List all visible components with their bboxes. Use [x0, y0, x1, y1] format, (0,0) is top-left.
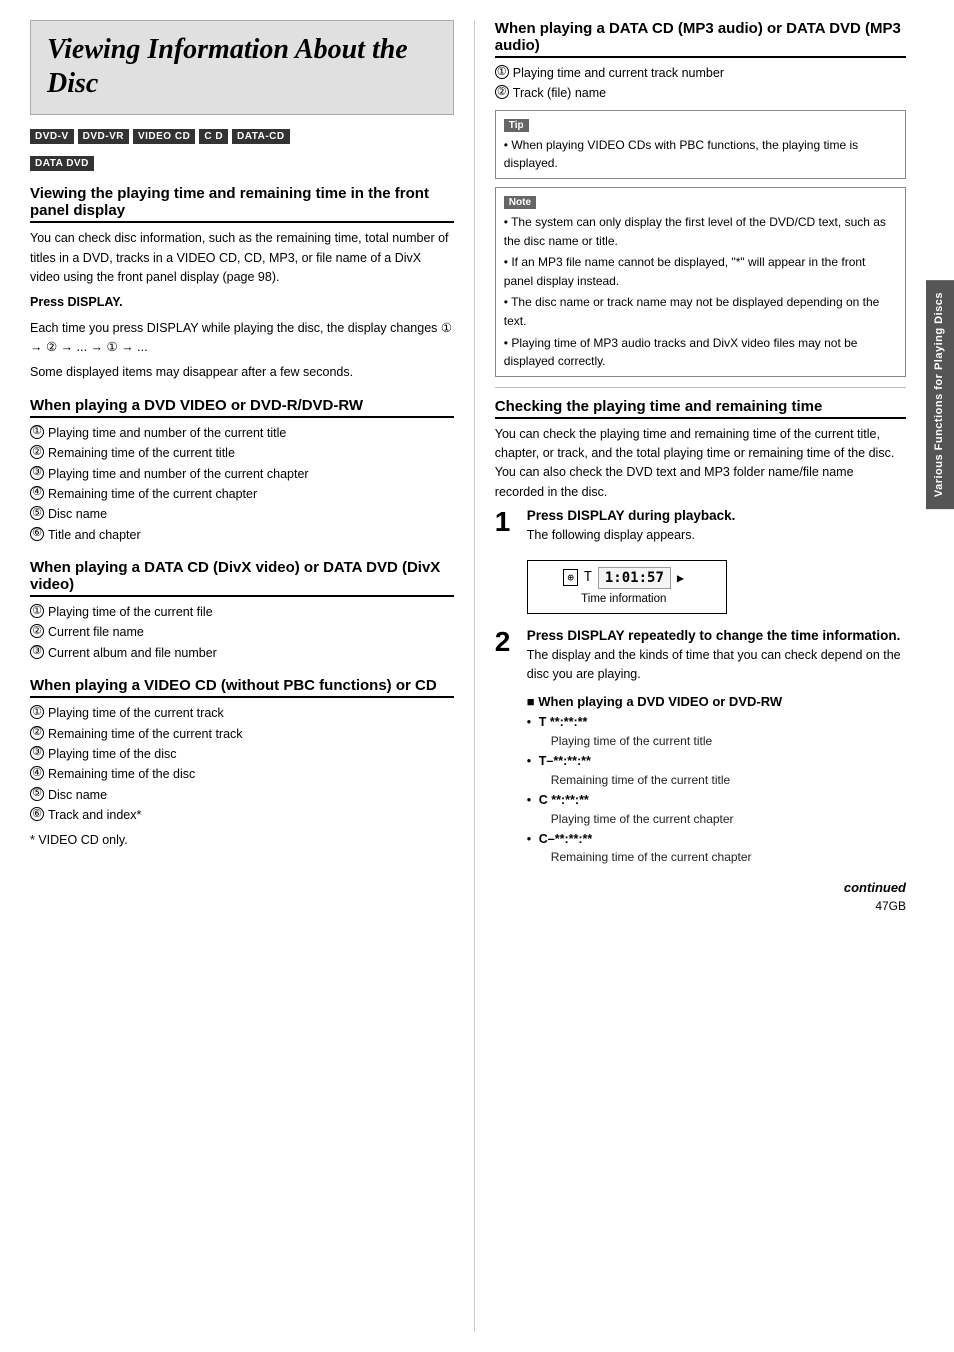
dvd-time-list: T **:**:** Playing time of the current t… — [527, 713, 906, 866]
note-item-2: • If an MP3 file name cannot be displaye… — [504, 253, 897, 290]
format-badges: DVD-V DVD-VR VIDEO CD C D DATA-CD — [30, 129, 454, 144]
step-1-title: Press DISPLAY during playback. — [527, 508, 906, 523]
display-time: 1:01:57 — [598, 567, 671, 589]
badge-dvdv: DVD-V — [30, 129, 74, 144]
press-body2: Some displayed items may disappear after… — [30, 363, 454, 382]
display-caption: Time information — [581, 593, 666, 605]
bullet-sub: Remaining time of the current title — [539, 771, 906, 789]
badge-datacd: DATA-CD — [232, 129, 290, 144]
list-item: ⑤Disc name — [30, 786, 454, 805]
bullet-sub: Playing time of the current chapter — [539, 810, 906, 828]
note-label: Note — [504, 196, 536, 209]
section3-list: ①Playing time of the current file ②Curre… — [30, 603, 454, 663]
page: Various Functions for Playing Discs View… — [0, 0, 954, 1352]
step-2-content: Press DISPLAY repeatedly to change the t… — [527, 628, 906, 871]
section1-title: Viewing the playing time and remaining t… — [30, 185, 454, 223]
list-item: T–**:**:** Remaining time of the current… — [527, 752, 906, 789]
display-track-label: T — [584, 570, 592, 585]
right-section2-title: Checking the playing time and remaining … — [495, 398, 906, 419]
list-item: ②Remaining time of the current title — [30, 444, 454, 463]
sub-section-dvd-title: ■ When playing a DVD VIDEO or DVD-RW — [527, 694, 906, 709]
step-1-number: 1 — [495, 508, 517, 536]
continued-label: continued — [495, 880, 906, 895]
note-item-4: • Playing time of MP3 audio tracks and D… — [504, 334, 897, 371]
list-item: ④Remaining time of the current chapter — [30, 485, 454, 504]
content-area: Viewing Information About the Disc DVD-V… — [0, 0, 926, 1352]
list-item: ③Current album and file number — [30, 644, 454, 663]
display-cd-icon: ⊕ — [563, 569, 578, 586]
display-inner: ⊕ T 1:01:57 ▶ — [563, 567, 684, 589]
badge-datadvd: DATA DVD — [30, 156, 94, 171]
list-item: ③Playing time of the disc — [30, 745, 454, 764]
list-item: ①Playing time of the current file — [30, 603, 454, 622]
tip-text: • When playing VIDEO CDs with PBC functi… — [504, 136, 897, 173]
step-2-number: 2 — [495, 628, 517, 656]
press-body: Each time you press DISPLAY while playin… — [30, 319, 454, 358]
page-number: 47GB — [495, 899, 906, 913]
list-item: ①Playing time and number of the current … — [30, 424, 454, 443]
list-item: ②Current file name — [30, 623, 454, 642]
list-item: ③Playing time and number of the current … — [30, 465, 454, 484]
badge-dvdvr: DVD-VR — [78, 129, 129, 144]
tip-box: Tip • When playing VIDEO CDs with PBC fu… — [495, 110, 906, 179]
title-box: Viewing Information About the Disc — [30, 20, 454, 115]
bullet-sub: Playing time of the current title — [539, 732, 906, 750]
section2-list: ①Playing time and number of the current … — [30, 424, 454, 545]
format-badges-2: DATA DVD — [30, 156, 454, 171]
list-item: ⑥Title and chapter — [30, 526, 454, 545]
list-item: ⑥Track and index* — [30, 806, 454, 825]
list-item: ①Playing time of the current track — [30, 704, 454, 723]
left-column: Viewing Information About the Disc DVD-V… — [30, 20, 475, 1332]
step-1-body: The following display appears. — [527, 526, 906, 545]
step-1: 1 Press DISPLAY during playback. The fol… — [495, 508, 906, 617]
right-section2-body: You can check the playing time and remai… — [495, 425, 906, 503]
step-2-title: Press DISPLAY repeatedly to change the t… — [527, 628, 906, 643]
section4-list: ①Playing time of the current track ②Rema… — [30, 704, 454, 825]
step-2: 2 Press DISPLAY repeatedly to change the… — [495, 628, 906, 871]
badge-cd: C D — [199, 129, 228, 144]
step-2-body: The display and the kinds of time that y… — [527, 646, 906, 685]
list-item: ②Remaining time of the current track — [30, 725, 454, 744]
right-section1-list: ①Playing time and current track number ②… — [495, 64, 906, 104]
right-section1-title: When playing a DATA CD (MP3 audio) or DA… — [495, 20, 906, 58]
badge-videocd: VIDEO CD — [133, 129, 195, 144]
bullet-sub: Remaining time of the current chapter — [539, 848, 906, 866]
list-item: ②Track (file) name — [495, 84, 906, 103]
tip-label: Tip — [504, 119, 529, 132]
note-item-3: • The disc name or track name may not be… — [504, 293, 897, 330]
note-box: Note • The system can only display the f… — [495, 187, 906, 377]
section1-body: You can check disc information, such as … — [30, 229, 454, 287]
display-play-arrow: ▶ — [677, 571, 684, 585]
press-label: Press DISPLAY. — [30, 293, 454, 312]
list-item: C–**:**:** Remaining time of the current… — [527, 830, 906, 867]
list-item: ④Remaining time of the disc — [30, 765, 454, 784]
display-illustration: ⊕ T 1:01:57 ▶ Time information — [527, 560, 727, 614]
section4-footnote: * VIDEO CD only. — [30, 831, 454, 850]
list-item: T **:**:** Playing time of the current t… — [527, 713, 906, 750]
right-column: When playing a DATA CD (MP3 audio) or DA… — [475, 20, 906, 1332]
note-item-1: • The system can only display the first … — [504, 213, 897, 250]
section3-title: When playing a DATA CD (DivX video) or D… — [30, 559, 454, 597]
sidebar-tab: Various Functions for Playing Discs — [926, 280, 954, 509]
list-item: ⑤Disc name — [30, 505, 454, 524]
section2-title: When playing a DVD VIDEO or DVD-R/DVD-RW — [30, 397, 454, 418]
list-item: ①Playing time and current track number — [495, 64, 906, 83]
divider — [495, 387, 906, 388]
section4-title: When playing a VIDEO CD (without PBC fun… — [30, 677, 454, 698]
list-item: C **:**:** Playing time of the current c… — [527, 791, 906, 828]
page-title: Viewing Information About the Disc — [47, 33, 437, 100]
step-1-content: Press DISPLAY during playback. The follo… — [527, 508, 906, 617]
